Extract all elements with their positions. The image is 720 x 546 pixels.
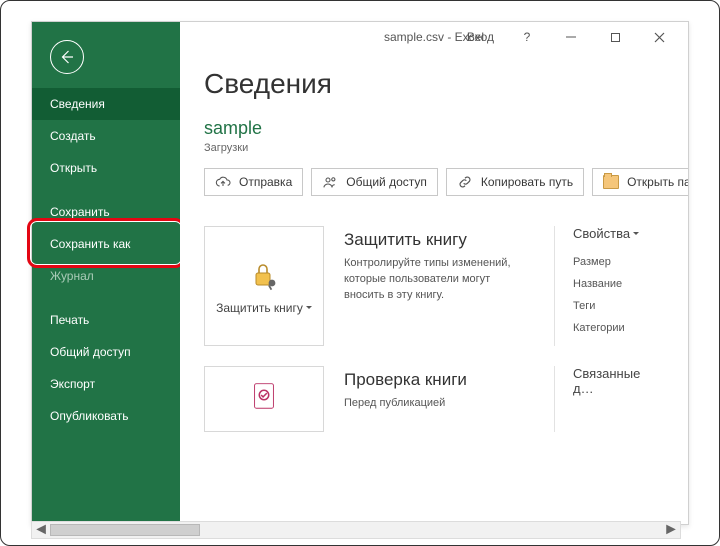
- protect-workbook-tile[interactable]: Защитить книгу: [204, 226, 324, 346]
- inspect-description: Проверка книги Перед публикацией: [344, 366, 554, 432]
- minimize-button[interactable]: [550, 22, 592, 52]
- inspect-body: Перед публикацией: [344, 396, 524, 412]
- maximize-button[interactable]: [594, 22, 636, 52]
- folder-icon: [603, 175, 619, 189]
- protect-description: Защитить книгу Контролируйте типы измене…: [344, 226, 554, 346]
- property-size: Размер: [573, 251, 664, 273]
- sidebar-item-new[interactable]: Создать: [32, 120, 180, 152]
- document-location: Загрузки: [204, 142, 664, 154]
- back-button[interactable]: [50, 40, 84, 74]
- screenshot-frame: Сведения Создать Открыть Сохранить Сохра…: [0, 0, 720, 546]
- related-docs-title: Связанные д…: [555, 366, 664, 396]
- inspect-section: Проверка книги Перед публикацией Связанн…: [204, 366, 664, 432]
- close-button[interactable]: [638, 22, 680, 52]
- excel-backstage-window: Сведения Создать Открыть Сохранить Сохра…: [31, 21, 689, 525]
- share-label: Общий доступ: [346, 175, 427, 189]
- sidebar-item-open[interactable]: Открыть: [32, 152, 180, 184]
- scroll-right-button[interactable]: ►: [662, 522, 680, 538]
- backstage-content: sample.csv - Excel Вход ? Сведения sampl…: [180, 22, 688, 524]
- inspect-icon: [246, 377, 282, 413]
- close-icon: [654, 32, 665, 43]
- back-arrow-icon: [58, 48, 76, 66]
- maximize-icon: [610, 32, 621, 43]
- people-icon: [322, 174, 338, 190]
- open-folder-button[interactable]: Открыть папку: [592, 168, 688, 196]
- scroll-left-button[interactable]: ◄: [32, 522, 50, 538]
- link-icon: [457, 174, 473, 190]
- copy-path-label: Копировать путь: [481, 175, 573, 189]
- sidebar-item-publish[interactable]: Опубликовать: [32, 400, 180, 432]
- scrollbar-track[interactable]: [50, 522, 662, 538]
- upload-label: Отправка: [239, 175, 292, 189]
- inspect-heading: Проверка книги: [344, 370, 554, 390]
- sidebar-item-save[interactable]: Сохранить: [32, 196, 180, 228]
- sidebar-item-history: Журнал: [32, 260, 180, 292]
- lock-key-icon: [246, 257, 282, 293]
- protect-heading: Защитить книгу: [344, 230, 554, 250]
- protect-section: Защитить книгу Защитить книгу Контролиру…: [204, 226, 664, 346]
- sidebar-item-save-as[interactable]: Сохранить как: [32, 228, 180, 260]
- quick-actions-row: Отправка Общий доступ Копировать путь От…: [204, 168, 664, 196]
- minimize-icon: [565, 31, 577, 43]
- properties-title[interactable]: Свойства: [573, 226, 664, 241]
- property-tags: Теги: [573, 295, 664, 317]
- sidebar-item-info[interactable]: Сведения: [32, 88, 180, 120]
- sidebar-item-print[interactable]: Печать: [32, 304, 180, 336]
- protect-tile-label: Защитить книгу: [216, 301, 312, 315]
- horizontal-scrollbar[interactable]: ◄ ►: [31, 521, 681, 539]
- open-folder-label: Открыть папку: [627, 175, 688, 189]
- help-button[interactable]: ?: [506, 22, 548, 52]
- cloud-upload-icon: [215, 174, 231, 190]
- backstage-sidebar: Сведения Создать Открыть Сохранить Сохра…: [32, 22, 180, 524]
- scrollbar-thumb[interactable]: [50, 524, 200, 536]
- protect-body: Контролируйте типы изменений, которые по…: [344, 256, 524, 304]
- property-categories: Категории: [573, 317, 664, 339]
- sidebar-item-share[interactable]: Общий доступ: [32, 336, 180, 368]
- sidebar-item-export[interactable]: Экспорт: [32, 368, 180, 400]
- window-title: sample.csv - Excel: [384, 30, 484, 44]
- property-name: Название: [573, 273, 664, 295]
- copy-path-button[interactable]: Копировать путь: [446, 168, 584, 196]
- inspect-workbook-tile[interactable]: [204, 366, 324, 432]
- info-page: Сведения sample Загрузки Отправка Общий …: [180, 52, 688, 432]
- share-button[interactable]: Общий доступ: [311, 168, 438, 196]
- document-name: sample: [204, 118, 664, 139]
- upload-button[interactable]: Отправка: [204, 168, 303, 196]
- title-bar: sample.csv - Excel Вход ?: [180, 22, 688, 52]
- sidebar-menu: Сведения Создать Открыть Сохранить Сохра…: [32, 88, 180, 432]
- properties-panel: Свойства Размер Название Теги Категории: [554, 226, 664, 346]
- page-title: Сведения: [204, 68, 664, 100]
